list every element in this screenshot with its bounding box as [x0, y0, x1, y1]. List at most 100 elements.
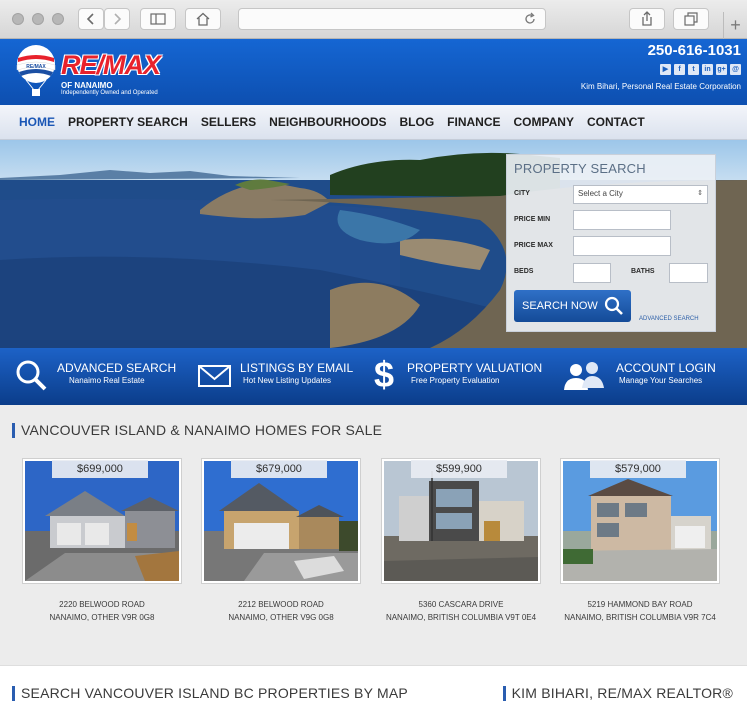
nav-contact[interactable]: CONTACT [587, 115, 645, 129]
listings-section-title: VANCOUVER ISLAND & NANAIMO HOMES FOR SAL… [12, 423, 382, 438]
listing-price: $599,900 [411, 460, 507, 478]
sidebar-icon [150, 13, 166, 25]
listing-address[interactable]: 2212 BELWOOD ROAD NANAIMO, OTHER V9G 0G8 [189, 598, 373, 624]
nav-home[interactable]: HOME [19, 115, 55, 129]
city-label: CITY [514, 190, 530, 197]
search-icon [604, 296, 623, 315]
close-window-dot[interactable] [12, 13, 24, 25]
chevron-left-icon [86, 13, 94, 25]
search-now-button[interactable]: SEARCH NOW [514, 290, 631, 322]
listing-address[interactable]: 2220 BELWOOD ROAD NANAIMO, OTHER V9R 0G8 [10, 598, 194, 624]
listing-street: 2220 BELWOOD ROAD [59, 600, 145, 609]
city-select-value: Select a City [578, 189, 623, 198]
house-photo [563, 461, 717, 581]
map-search-title: SEARCH VANCOUVER ISLAND BC PROPERTIES BY… [12, 686, 408, 701]
users-icon [564, 362, 604, 390]
feature-subtitle: Nanaimo Real Estate [69, 376, 145, 385]
reload-icon[interactable] [523, 12, 537, 26]
listing-street: 2212 BELWOOD ROAD [238, 600, 324, 609]
property-search-form: PROPERTY SEARCH CITY Select a City ⇕ PRI… [506, 154, 716, 332]
house-photo [384, 461, 538, 581]
chevron-right-icon [114, 13, 122, 25]
listing-address[interactable]: 5219 HAMMOND BAY ROAD NANAIMO, BRITISH C… [548, 598, 732, 624]
listing-city: NANAIMO, OTHER V9R 0G8 [49, 613, 155, 622]
brand-tagline: Independently Owned and Operated [61, 90, 158, 96]
nav-finance[interactable]: FINANCE [447, 115, 500, 129]
tabs-icon [684, 12, 698, 26]
house-photo [25, 461, 179, 581]
realtor-title: KIM BIHARI, RE/MAX REALTOR® [502, 686, 733, 701]
city-select[interactable]: Select a City ⇕ [573, 185, 708, 204]
dollar-icon: $ [374, 355, 394, 393]
remax-balloon-logo[interactable]: RE/MAX [14, 44, 58, 100]
feature-subtitle: Hot New Listing Updates [243, 376, 332, 385]
share-icon [642, 11, 652, 26]
nav-neighbourhoods[interactable]: NEIGHBOURHOODS [269, 115, 386, 129]
forward-button[interactable] [104, 8, 130, 30]
listings-section: VANCOUVER ISLAND & NANAIMO HOMES FOR SAL… [0, 405, 747, 665]
sidebar-toggle-button[interactable] [140, 8, 176, 30]
back-button[interactable] [78, 8, 104, 30]
linkedin-icon[interactable]: in [702, 64, 713, 75]
facebook-icon[interactable]: f [674, 64, 685, 75]
svg-text:RE/MAX: RE/MAX [26, 64, 46, 70]
address-bar[interactable] [238, 8, 546, 30]
feature-title: ADVANCED SEARCH [57, 361, 177, 375]
feature-title: PROPERTY VALUATION [407, 361, 543, 375]
youtube-icon[interactable]: ▶ [660, 64, 671, 75]
twitter-icon[interactable]: t [688, 64, 699, 75]
email-icon[interactable]: @ [730, 64, 741, 75]
price-max-label: PRICE MAX [514, 242, 553, 249]
listing-price: $579,000 [590, 460, 686, 478]
listing-city: NANAIMO, BRITISH COLUMBIA V9T 0E4 [385, 613, 537, 622]
home-button[interactable] [185, 8, 221, 30]
social-links: ▶ f t in g+ @ [660, 64, 741, 75]
listing-price: $699,000 [52, 460, 148, 478]
nav-sellers[interactable]: SELLERS [201, 115, 256, 129]
beds-input[interactable] [573, 263, 611, 283]
share-button[interactable] [629, 8, 665, 30]
listing-street: 5360 CASCARA DRIVE [418, 600, 504, 609]
feature-title: LISTINGS BY EMAIL [240, 361, 354, 375]
beds-label: BEDS [514, 268, 534, 275]
price-min-input[interactable] [573, 210, 671, 230]
nav-property-search[interactable]: PROPERTY SEARCH [68, 115, 188, 129]
advanced-search-link[interactable]: ADVANCED SEARCH [639, 316, 699, 322]
listing-city: NANAIMO, OTHER V9G 0G8 [228, 613, 334, 622]
listing-street: 5219 HAMMOND BAY ROAD [587, 600, 693, 609]
listing-price: $679,000 [231, 460, 327, 478]
baths-input[interactable] [669, 263, 708, 283]
svg-text:$: $ [374, 355, 394, 393]
select-arrows-icon: ⇕ [697, 190, 703, 197]
search-now-label: SEARCH NOW [522, 300, 598, 312]
tabs-button[interactable] [673, 8, 709, 30]
google-plus-icon[interactable]: g+ [716, 64, 727, 75]
feature-title: ACCOUNT LOGIN [616, 361, 716, 375]
home-icon [196, 12, 210, 26]
price-min-label: PRICE MIN [514, 216, 551, 223]
bottom-section: SEARCH VANCOUVER ISLAND BC PROPERTIES BY… [0, 665, 747, 709]
search-panel-title: PROPERTY SEARCH [514, 161, 646, 176]
main-navigation: HOME PROPERTY SEARCH SELLERS NEIGHBOURHO… [0, 105, 747, 140]
browser-toolbar: + [0, 0, 747, 39]
corporation-name: Kim Bihari, Personal Real Estate Corpora… [580, 82, 741, 91]
price-max-input[interactable] [573, 236, 671, 256]
site-header: RE/MAX RE/MAX OF NANAIMO Independently O… [0, 39, 747, 105]
listing-address[interactable]: 5360 CASCARA DRIVE NANAIMO, BRITISH COLU… [369, 598, 553, 624]
house-photo [204, 461, 358, 581]
listing-city: NANAIMO, BRITISH COLUMBIA V9R 7C4 [564, 613, 716, 622]
feature-subtitle: Free Property Evaluation [411, 376, 500, 385]
magnifier-icon [16, 360, 47, 391]
feature-bar: ADVANCED SEARCH Nanaimo Real Estate LIST… [0, 348, 747, 405]
office-name: OF NANAIMO [61, 81, 113, 90]
feature-subtitle: Manage Your Searches [619, 376, 703, 385]
nav-blog[interactable]: BLOG [400, 115, 435, 129]
new-tab-button[interactable]: + [723, 12, 747, 39]
nav-company[interactable]: COMPANY [514, 115, 574, 129]
zoom-window-dot[interactable] [52, 13, 64, 25]
minimize-window-dot[interactable] [32, 13, 44, 25]
baths-label: BATHS [631, 268, 655, 275]
phone-number[interactable]: 250-616-1031 [648, 42, 741, 59]
envelope-icon [198, 365, 231, 387]
remax-wordmark[interactable]: RE/MAX [61, 50, 161, 81]
